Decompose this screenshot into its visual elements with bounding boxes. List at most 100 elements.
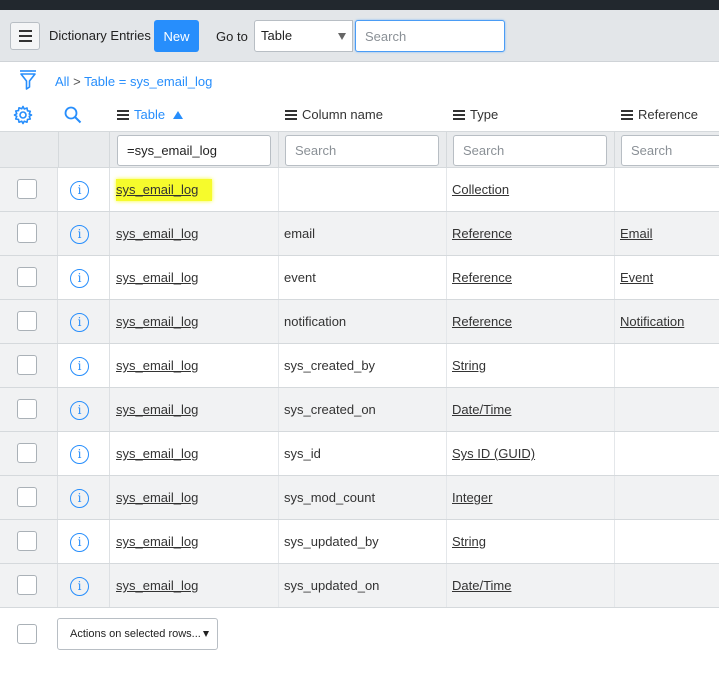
column-name-cell: sys_updated_by — [284, 534, 379, 549]
reference-link[interactable]: Event — [620, 270, 653, 285]
actions-select-label: Actions on selected rows... — [70, 628, 201, 640]
info-icon[interactable]: i — [70, 401, 89, 420]
row-checkbox[interactable] — [17, 575, 37, 595]
type-link[interactable]: Sys ID (GUID) — [452, 446, 535, 461]
table-row: i sys_email_log Collection — [0, 168, 719, 212]
table-link[interactable]: sys_email_log — [116, 314, 198, 329]
divider — [446, 520, 447, 563]
divider — [614, 564, 615, 607]
column-search-row — [0, 131, 719, 168]
divider — [614, 344, 615, 387]
divider — [278, 388, 279, 431]
reference-filter-input[interactable] — [621, 135, 719, 166]
type-link[interactable]: String — [452, 358, 486, 373]
type-link[interactable]: Integer — [452, 490, 492, 505]
divider — [614, 132, 615, 167]
info-icon[interactable]: i — [70, 269, 89, 288]
info-icon[interactable]: i — [70, 445, 89, 464]
table-row: i sys_email_log sys_updated_by String — [0, 520, 719, 564]
divider — [446, 344, 447, 387]
reference-link[interactable]: Notification — [620, 314, 684, 329]
info-icon[interactable]: i — [70, 577, 89, 596]
column-menu-icon[interactable] — [285, 109, 297, 120]
reference-link[interactable]: Email — [620, 226, 653, 241]
column-name-cell: email — [284, 226, 316, 241]
info-icon[interactable]: i — [70, 313, 89, 332]
list-table-body: i sys_email_log Collection i sys_email_l… — [0, 168, 719, 608]
gear-icon[interactable] — [13, 105, 33, 128]
info-icon[interactable]: i — [70, 533, 89, 552]
goto-search-input[interactable] — [355, 20, 505, 52]
row-checkbox[interactable] — [17, 223, 37, 243]
list-menu-hamburger-icon[interactable] — [10, 22, 40, 50]
column-header-reference[interactable]: Reference — [621, 107, 698, 122]
type-filter-input[interactable] — [453, 135, 607, 166]
breadcrumb-separator: > — [73, 74, 81, 89]
column-menu-icon[interactable] — [453, 109, 465, 120]
column-name-filter-input[interactable] — [285, 135, 439, 166]
column-name-cell: sys_id — [284, 446, 321, 461]
breadcrumb-condition-link[interactable]: Table = sys_email_log — [84, 74, 212, 89]
breadcrumb: All > Table = sys_email_log — [55, 74, 212, 89]
column-menu-icon[interactable] — [621, 109, 633, 120]
divider — [446, 132, 447, 167]
table-filter-input[interactable] — [117, 135, 271, 166]
row-checkbox[interactable] — [17, 267, 37, 287]
divider — [278, 476, 279, 519]
column-header-column-name[interactable]: Column name — [285, 107, 383, 122]
table-link[interactable]: sys_email_log — [116, 226, 198, 241]
table-link-highlighted[interactable]: sys_email_log — [116, 179, 213, 201]
divider — [614, 300, 615, 343]
table-link[interactable]: sys_email_log — [116, 534, 198, 549]
column-menu-icon[interactable] — [117, 109, 129, 120]
info-icon[interactable]: i — [70, 357, 89, 376]
row-checkbox[interactable] — [17, 311, 37, 331]
info-icon[interactable]: i — [70, 181, 89, 200]
type-link[interactable]: Collection — [452, 182, 509, 197]
divider — [446, 212, 447, 255]
column-header-reference-label: Reference — [638, 107, 698, 122]
table-cell[interactable]: sys_email_log — [116, 179, 213, 201]
breadcrumb-all-link[interactable]: All — [55, 74, 69, 89]
type-link[interactable]: Reference — [452, 314, 512, 329]
table-link[interactable]: sys_email_log — [116, 446, 198, 461]
actions-on-selected-rows-select[interactable]: Actions on selected rows... — [57, 618, 218, 650]
type-link[interactable]: Date/Time — [452, 578, 511, 593]
type-link[interactable]: Reference — [452, 270, 512, 285]
select-all-checkbox[interactable] — [17, 624, 37, 644]
table-link[interactable]: sys_email_log — [116, 270, 198, 285]
breadcrumb-bar: All > Table = sys_email_log — [0, 63, 719, 99]
table-row: i sys_email_log sys_created_on Date/Time — [0, 388, 719, 432]
info-icon[interactable]: i — [70, 225, 89, 244]
divider — [614, 212, 615, 255]
info-icon[interactable]: i — [70, 489, 89, 508]
column-name-cell: sys_created_on — [284, 402, 376, 417]
table-link[interactable]: sys_email_log — [116, 490, 198, 505]
table-row: i sys_email_log sys_mod_count Integer — [0, 476, 719, 520]
new-button[interactable]: New — [154, 20, 199, 52]
column-header-type[interactable]: Type — [453, 107, 498, 122]
row-checkbox[interactable] — [17, 531, 37, 551]
table-link[interactable]: sys_email_log — [116, 402, 198, 417]
type-link[interactable]: Date/Time — [452, 402, 511, 417]
table-row: i sys_email_log notification Reference N… — [0, 300, 719, 344]
column-name-cell: event — [284, 270, 316, 285]
search-icon[interactable] — [64, 106, 82, 127]
goto-field-select[interactable]: Table — [254, 20, 353, 52]
row-checkbox[interactable] — [17, 443, 37, 463]
caret-down-icon — [338, 33, 346, 40]
row-checkbox[interactable] — [17, 355, 37, 375]
divider — [614, 388, 615, 431]
table-link[interactable]: sys_email_log — [116, 578, 198, 593]
row-checkbox[interactable] — [17, 179, 37, 199]
filter-funnel-icon[interactable] — [18, 69, 38, 94]
row-checkbox[interactable] — [17, 487, 37, 507]
list-header: Dictionary Entries New Go to Table — [0, 10, 719, 62]
column-header-column-name-label: Column name — [302, 107, 383, 122]
type-link[interactable]: String — [452, 534, 486, 549]
column-name-cell: sys_updated_on — [284, 578, 380, 593]
column-header-table[interactable]: Table — [117, 107, 184, 122]
type-link[interactable]: Reference — [452, 226, 512, 241]
table-link[interactable]: sys_email_log — [116, 358, 198, 373]
row-checkbox[interactable] — [17, 399, 37, 419]
